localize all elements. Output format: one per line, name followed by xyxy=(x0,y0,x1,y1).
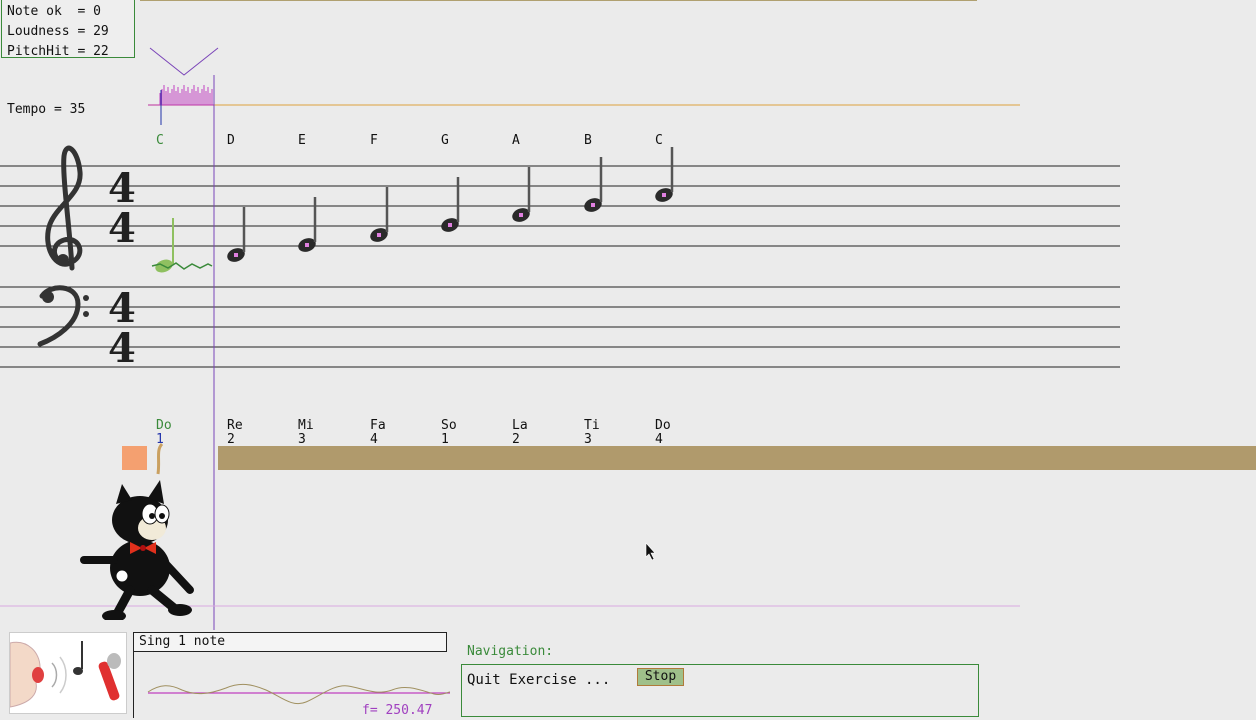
solfege-beat: 4 xyxy=(370,432,378,447)
solfege-item-6: Ti 3 xyxy=(584,419,600,447)
solfege-beat: 1 xyxy=(441,432,449,447)
frequency-readout: f= 250.47 xyxy=(362,703,433,718)
quarter-note-7 xyxy=(655,147,674,202)
note-name-2: E xyxy=(298,133,306,148)
solfege-item-5: La 2 xyxy=(512,419,528,447)
solfege-name: Mi xyxy=(298,418,314,433)
quarter-note-5 xyxy=(512,167,531,222)
solfege-item-7: Do 4 xyxy=(655,419,671,447)
solfege-name: La xyxy=(512,418,528,433)
solfege-name: Do xyxy=(655,418,671,433)
solfege-beat: 3 xyxy=(584,432,592,447)
solfege-item-2: Mi 3 xyxy=(298,419,314,447)
singer-microphone-icon xyxy=(9,632,127,714)
solfege-beat: 2 xyxy=(227,432,235,447)
pitch-histogram xyxy=(159,85,213,105)
quarter-note-3 xyxy=(370,187,389,242)
bass-staff xyxy=(0,286,1120,368)
solfege-item-1: Re 2 xyxy=(227,419,243,447)
note-name-1: D xyxy=(227,133,235,148)
note-name-6: B xyxy=(584,133,592,148)
note-name-7: C xyxy=(655,133,663,148)
solfege-beat: 2 xyxy=(512,432,520,447)
stop-button[interactable]: Stop xyxy=(637,668,684,686)
solfege-name: Ti xyxy=(584,418,600,433)
cartoon-cat-icon xyxy=(80,442,194,620)
solfege-name: So xyxy=(441,418,457,433)
task-label: Sing 1 note xyxy=(133,632,447,652)
pitch-meter-chevron xyxy=(149,47,219,76)
progress-bar xyxy=(218,446,1256,470)
navigation-title: Navigation: xyxy=(467,644,554,659)
solfege-name: Re xyxy=(227,418,243,433)
solfege-item-4: So 1 xyxy=(441,419,457,447)
note-name-4: G xyxy=(441,133,449,148)
mouse-pointer-icon xyxy=(645,542,656,561)
solfege-item-3: Fa 4 xyxy=(370,419,386,447)
treble-time-bottom: 4 xyxy=(108,205,136,252)
bass-clef-icon xyxy=(37,285,89,347)
quarter-note-1 xyxy=(227,207,246,262)
bass-time-bottom: 4 xyxy=(108,325,136,372)
solfege-name: Fa xyxy=(370,418,386,433)
treble-staff xyxy=(0,165,1120,247)
note-name-5: A xyxy=(512,133,520,148)
solfege-beat: 4 xyxy=(655,432,663,447)
solfege-beat: 3 xyxy=(298,432,306,447)
note-name-0: C xyxy=(156,133,164,148)
note-name-3: F xyxy=(370,133,378,148)
quit-exercise-label: Quit Exercise ... xyxy=(467,672,611,688)
solfege-name: Do xyxy=(156,418,172,433)
